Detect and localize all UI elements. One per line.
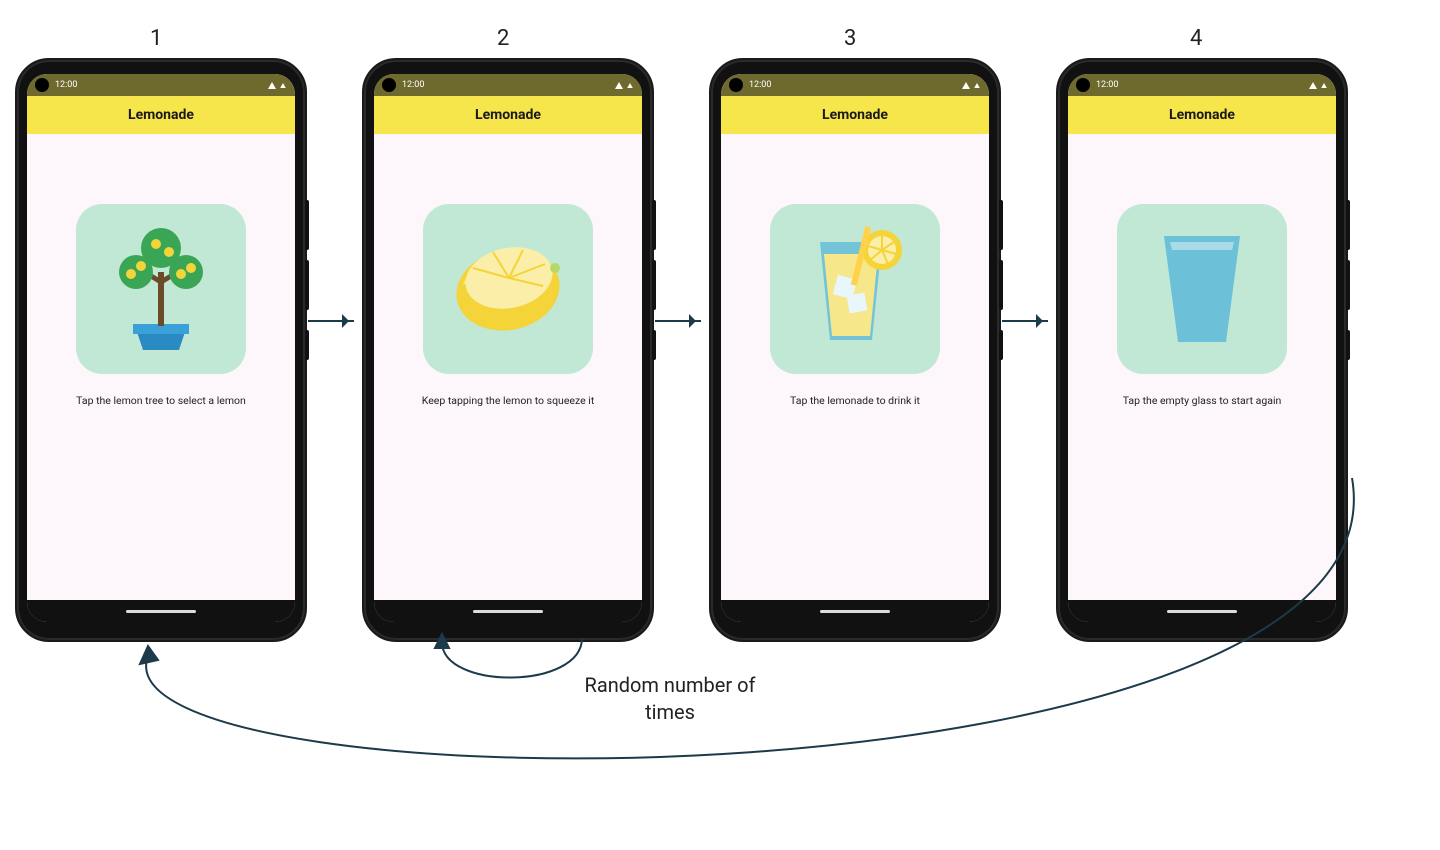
caption-step-4: Tap the empty glass to start again xyxy=(1103,394,1302,407)
lemon-tree-tile[interactable] xyxy=(76,204,246,374)
app-title: Lemonade xyxy=(1068,96,1336,134)
empty-glass-tile[interactable] xyxy=(1117,204,1287,374)
status-bar: 12:00 xyxy=(1068,74,1336,96)
lemonade-glass-icon xyxy=(790,222,920,356)
step-number-3: 3 xyxy=(844,26,856,51)
status-time: 12:00 xyxy=(55,80,77,90)
lemon-icon xyxy=(443,232,573,346)
app-title: Lemonade xyxy=(27,96,295,134)
status-bar: 12:00 xyxy=(721,74,989,96)
lemon-tile[interactable] xyxy=(423,204,593,374)
app-title: Lemonade xyxy=(374,96,642,134)
status-time: 12:00 xyxy=(749,80,771,90)
caption-step-3: Tap the lemonade to drink it xyxy=(770,394,940,407)
return-arrow-4-to-1 xyxy=(60,474,1380,834)
status-time: 12:00 xyxy=(402,80,424,90)
step-number-4: 4 xyxy=(1190,26,1202,51)
app-title: Lemonade xyxy=(721,96,989,134)
arrow-2-to-3 xyxy=(655,320,701,322)
status-bar: 12:00 xyxy=(27,74,295,96)
arrow-1-to-2 xyxy=(308,320,354,322)
caption-step-2: Keep tapping the lemon to squeeze it xyxy=(402,394,615,407)
lemonade-tile[interactable] xyxy=(770,204,940,374)
empty-glass-icon xyxy=(1142,222,1262,356)
lemon-tree-icon xyxy=(101,222,221,356)
step-number-1: 1 xyxy=(150,26,162,51)
caption-step-1: Tap the lemon tree to select a lemon xyxy=(56,394,266,407)
status-time: 12:00 xyxy=(1096,80,1118,90)
arrow-3-to-4 xyxy=(1002,320,1048,322)
status-bar: 12:00 xyxy=(374,74,642,96)
step-number-2: 2 xyxy=(497,26,509,51)
